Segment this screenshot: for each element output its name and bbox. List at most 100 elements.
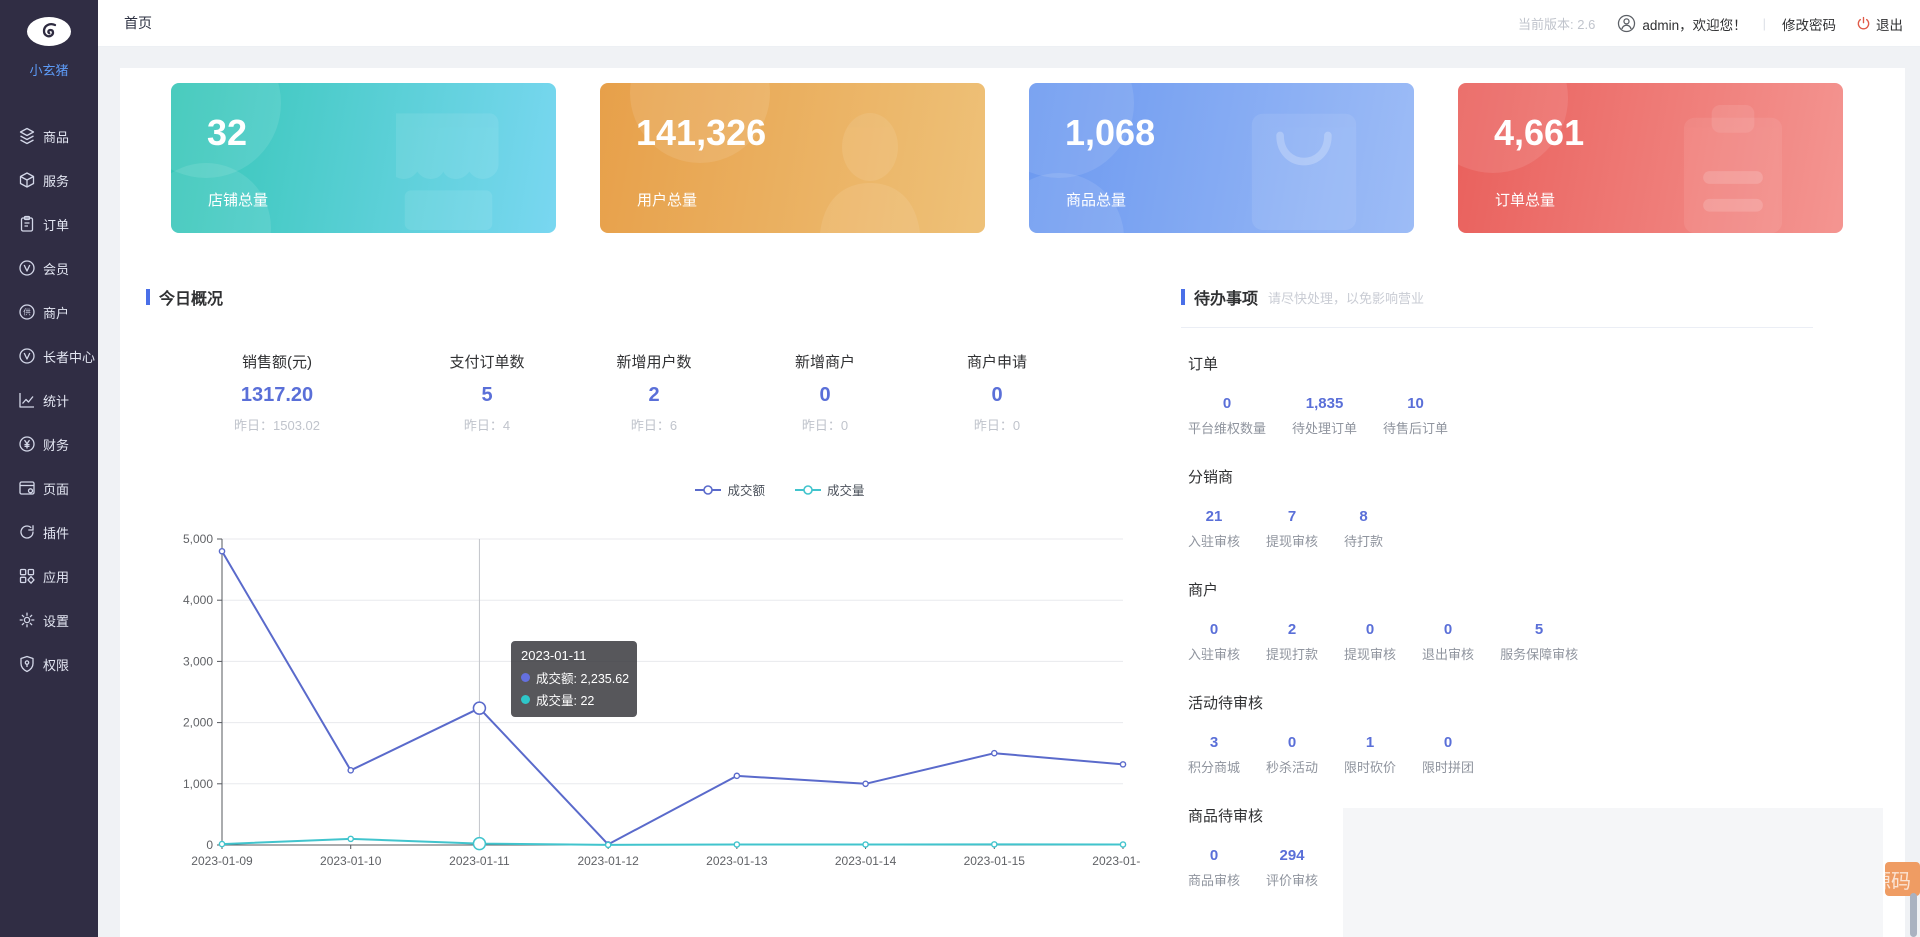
tooltip-row: 成交额: 2,235.62	[521, 668, 627, 687]
todo-item-withdraw-payment[interactable]: 2 提现打款	[1266, 621, 1318, 663]
app-logo[interactable]: 小玄猪	[0, 16, 98, 79]
todo-section-title: 待办事项 请尽快处理，以免影响营业	[1181, 285, 1424, 309]
sidebar: 小玄猪 商品 服务 订单	[0, 0, 98, 937]
member-icon	[18, 259, 36, 277]
todo-item-goods-review[interactable]: 0 商品审核	[1188, 847, 1240, 889]
todo-item-pending-orders[interactable]: 1,835 待处理订单	[1292, 395, 1357, 437]
clipboard-icon	[1678, 105, 1788, 233]
todo-group-title: 商品待审核	[1188, 805, 1318, 826]
today-stat-merchant-apply: 商户申请 0 昨日：0	[912, 351, 1082, 434]
svg-text:3,000: 3,000	[183, 654, 213, 668]
change-password-button[interactable]: 修改密码	[1782, 14, 1836, 34]
todo-group-title: 分销商	[1188, 466, 1383, 487]
sidebar-item-label: 会员	[43, 259, 69, 278]
sidebar-item-merchant[interactable]: 供 商户	[0, 290, 98, 334]
stat-card-value: 1,068	[1065, 113, 1155, 153]
sidebar-item-label: 长者中心	[43, 347, 95, 366]
storefront-icon	[396, 105, 501, 230]
sidebar-item-apps[interactable]: 应用	[0, 554, 98, 598]
todo-item-exit-review[interactable]: 0 退出审核	[1422, 621, 1474, 663]
sidebar-item-permission[interactable]: 权限	[0, 642, 98, 686]
svg-text:2023-01-14: 2023-01-14	[835, 854, 897, 868]
sidebar-item-elder-center[interactable]: 长者中心	[0, 334, 98, 378]
svg-text:4,000: 4,000	[183, 593, 213, 607]
todo-item-flash-sale[interactable]: 0 秒杀活动	[1266, 734, 1318, 776]
todo-item-limited-groupbuy[interactable]: 0 限时拼团	[1422, 734, 1474, 776]
legend-item-amount[interactable]: 成交额	[695, 480, 765, 499]
dashboard-page: 小玄猪 商品 服务 订单	[0, 0, 1920, 937]
sidebar-item-service[interactable]: 服务	[0, 158, 98, 202]
stat-label: 新增商户	[740, 351, 910, 372]
section-accent-bar	[146, 289, 150, 305]
logout-label: 退出	[1876, 14, 1903, 34]
today-stat-paid-orders: 支付订单数 5 昨日：4	[402, 351, 572, 434]
svg-text:2023-01-09: 2023-01-09	[191, 854, 253, 868]
amount-dot-icon	[521, 673, 530, 682]
sidebar-item-settings[interactable]: 设置	[0, 598, 98, 642]
todo-item-platform-disputes[interactable]: 0 平台维权数量	[1188, 395, 1266, 437]
svg-text:2023-01-13: 2023-01-13	[706, 854, 768, 868]
sidebar-item-label: 权限	[43, 655, 69, 674]
svg-text:2023-01-15: 2023-01-15	[964, 854, 1026, 868]
tooltip-row: 成交量: 22	[521, 690, 627, 709]
tooltip-date: 2023-01-11	[521, 648, 627, 663]
stat-card-label: 订单总量	[1495, 189, 1555, 210]
todo-item-aftersale-orders[interactable]: 10 待售后订单	[1383, 395, 1448, 437]
todo-item-withdraw-review[interactable]: 7 提现审核	[1266, 508, 1318, 550]
stat-label: 支付订单数	[402, 351, 572, 372]
stat-value: 0	[740, 384, 910, 407]
todo-title-text: 待办事项	[1194, 285, 1258, 309]
volume-dot-icon	[521, 695, 530, 704]
svg-text:供: 供	[23, 307, 31, 317]
sidebar-item-order[interactable]: 订单	[0, 202, 98, 246]
sidebar-item-member[interactable]: 会员	[0, 246, 98, 290]
chart-legend: 成交额 成交量	[580, 480, 980, 499]
stat-card-orders: 4,661 订单总量	[1458, 83, 1843, 233]
stat-value: 1317.20	[192, 384, 362, 407]
shopping-bag-icon	[1249, 105, 1359, 230]
legend-item-volume[interactable]: 成交量	[795, 480, 865, 499]
stat-card-value: 4,661	[1494, 113, 1584, 153]
todo-item-service-guarantee-review[interactable]: 5 服务保障审核	[1500, 621, 1578, 663]
todo-item-entry-review[interactable]: 21 入驻审核	[1188, 508, 1240, 550]
todo-item-pending-payment[interactable]: 8 待打款	[1344, 508, 1383, 550]
sidebar-item-label: 商品	[43, 127, 69, 146]
todo-item-comment-review[interactable]: 294 评价审核	[1266, 847, 1318, 889]
todo-group-activity-review: 活动待审核 3 积分商城 0 秒杀活动 1 限时砍价 0 限时拼团	[1188, 692, 1474, 776]
stat-yesterday: 昨日：0	[740, 415, 910, 434]
statistics-icon	[18, 391, 36, 409]
stat-card-shops: 32 店铺总量	[171, 83, 556, 233]
sidebar-item-goods[interactable]: 商品	[0, 114, 98, 158]
today-title-text: 今日概况	[159, 285, 223, 309]
sidebar-item-label: 订单	[43, 215, 69, 234]
todo-item-merchant-withdraw-review[interactable]: 0 提现审核	[1344, 621, 1396, 663]
trend-chart[interactable]: 01,0002,0003,0004,0005,0002023-01-092023…	[180, 520, 1140, 872]
sidebar-item-plugin[interactable]: 插件	[0, 510, 98, 554]
plugin-icon	[18, 523, 36, 541]
sidebar-item-statistics[interactable]: 统计	[0, 378, 98, 422]
stat-yesterday: 昨日：0	[912, 415, 1082, 434]
stat-label: 销售额(元)	[192, 351, 362, 372]
todo-group-title: 活动待审核	[1188, 692, 1474, 713]
todo-item-merchant-entry-review[interactable]: 0 入驻审核	[1188, 621, 1240, 663]
stat-card-goods: 1,068 商品总量	[1029, 83, 1414, 233]
todo-item-points-mall[interactable]: 3 积分商城	[1188, 734, 1240, 776]
sidebar-item-label: 商户	[43, 303, 69, 322]
nav-home-tab[interactable]: 首页	[124, 0, 152, 47]
svg-text:2023-01-10: 2023-01-10	[320, 854, 382, 868]
trend-chart-container: 01,0002,0003,0004,0005,0002023-01-092023…	[180, 520, 1140, 872]
sidebar-item-finance[interactable]: 财务	[0, 422, 98, 466]
stat-label: 商户申请	[912, 351, 1082, 372]
svg-text:5,000: 5,000	[183, 532, 213, 546]
stat-card-label: 商品总量	[1066, 189, 1126, 210]
sidebar-item-label: 财务	[43, 435, 69, 454]
vertical-scrollbar-thumb[interactable]	[1910, 893, 1917, 937]
user-menu[interactable]: admin，欢迎您！	[1617, 14, 1746, 34]
empty-placeholder-block	[1343, 808, 1883, 937]
stat-card-label: 店铺总量	[208, 189, 268, 210]
todo-item-limited-bargain[interactable]: 1 限时砍价	[1344, 734, 1396, 776]
sidebar-item-label: 插件	[43, 523, 69, 542]
sidebar-item-page[interactable]: 页面	[0, 466, 98, 510]
logout-button[interactable]: 退出	[1856, 14, 1903, 34]
today-stat-sales: 销售额(元) 1317.20 昨日：1503.02	[192, 351, 362, 434]
